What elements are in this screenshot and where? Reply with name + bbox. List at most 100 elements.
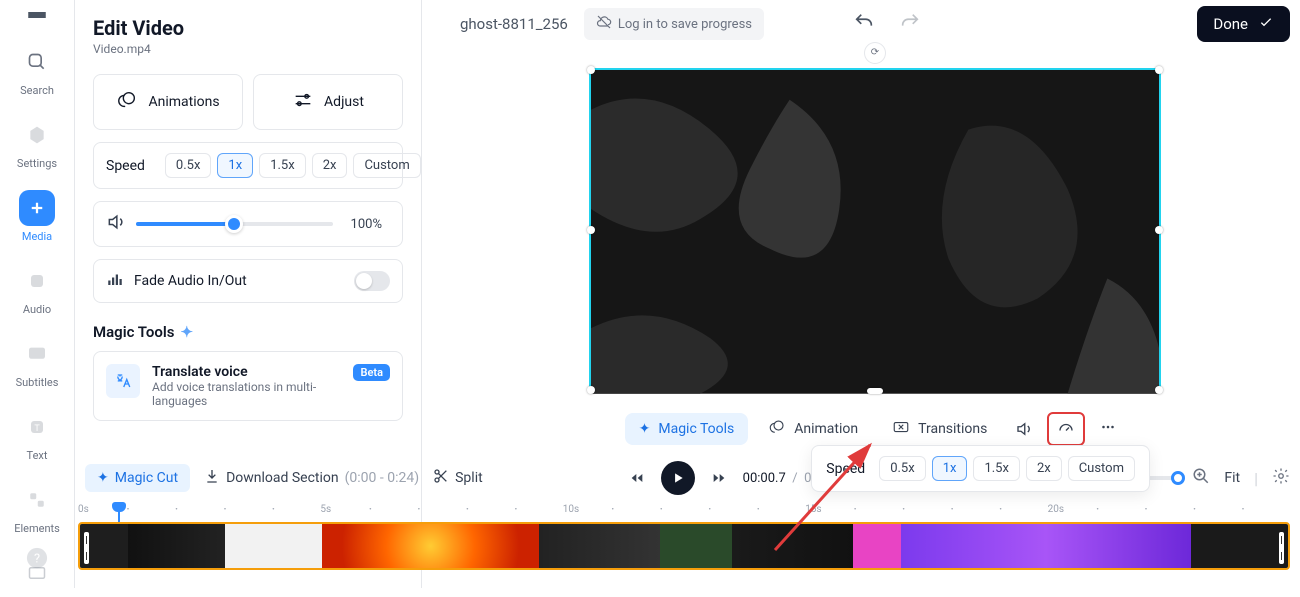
volume-icon [1015,420,1033,438]
skip-back-button[interactable] [627,468,647,488]
video-preview[interactable] [589,68,1161,392]
magic-tools-heading: Magic Tools ✦ [93,323,403,341]
panel-subtitle: Video.mp4 [93,42,403,56]
speed-button[interactable] [1047,412,1085,446]
sidebar-label: Media [22,230,52,243]
animations-label: Animations [148,94,219,110]
tick-label: 5s [320,504,331,515]
sidebar-item-search[interactable]: Search [0,38,74,103]
speed-chip[interactable]: 1x [217,153,253,178]
speedometer-icon [1057,420,1075,438]
sparkle-icon: ✦ [639,421,651,437]
timeline-ruler[interactable]: 0s 5s 10s 15s 20s [78,504,1290,522]
subtitles-icon [19,336,55,372]
translate-desc: Add voice translations in multi-language… [152,380,322,408]
scissors-icon [433,468,449,488]
animations-icon [116,89,138,115]
annotation-arrow [755,425,895,559]
magic-tools-button[interactable]: ✦ Magic Tools [625,413,749,445]
search-icon [19,44,55,80]
text-icon: T [19,409,55,445]
sidebar-item-audio[interactable]: Audio [0,257,74,322]
video-track[interactable] [78,522,1290,570]
project-name[interactable]: ghost-8811_256 [460,15,568,33]
speed-chip[interactable]: 0.5x [165,153,212,178]
transitions-button[interactable]: Transitions [878,410,1001,448]
icon-sidebar: Search Settings Media Audio Subtitles T … [0,0,75,588]
volume-slider[interactable] [136,222,333,226]
speed-chip[interactable]: 2x [312,153,348,178]
sparkle-icon: ✦ [180,323,193,341]
clip-left-handle[interactable] [84,532,89,564]
settings-icon[interactable] [1272,467,1290,489]
redo-button[interactable] [895,7,925,41]
login-button[interactable]: Log in to save progress [584,8,764,40]
speed-chip[interactable]: 1x [932,456,968,481]
more-button[interactable] [1091,410,1125,448]
sync-icon[interactable]: ⟳ [864,42,886,64]
sparkle-icon: ✦ [97,470,109,486]
fade-card: Fade Audio In/Out [93,259,403,303]
adjust-label: Adjust [324,94,364,110]
clip-right-handle[interactable] [1279,532,1284,564]
dots-icon [1099,418,1117,436]
skip-forward-button[interactable] [709,468,729,488]
download-section-button[interactable]: Download Section (0:00 - 0:24) [204,468,419,488]
animations-button[interactable]: Animations [93,74,243,130]
help-icon: ? [19,540,55,576]
fit-button[interactable]: Fit [1224,470,1240,486]
menu-icon[interactable] [28,12,46,18]
volume-icon[interactable] [106,212,126,236]
cloud-off-icon [596,14,612,34]
sidebar-label: Audio [23,303,51,316]
fade-toggle[interactable] [354,271,390,291]
edit-panel: Edit Video Video.mp4 Animations Adjust S… [75,0,422,588]
play-button[interactable] [661,461,695,495]
volume-card: 100% [93,201,403,247]
sidebar-item-elements[interactable]: Elements [0,476,74,541]
panel-title: Edit Video [93,16,403,40]
magic-cut-button[interactable]: ✦ Magic Cut [85,464,190,492]
volume-percent: 100% [343,213,390,236]
sidebar-item-subtitles[interactable]: Subtitles [0,330,74,395]
svg-text:?: ? [34,552,40,567]
elements-icon [19,482,55,518]
sidebar-item-media[interactable]: Media [0,184,74,249]
speed-chip[interactable]: 1.5x [973,456,1020,481]
sidebar-item-text[interactable]: T Text [0,403,74,468]
sidebar-item-help[interactable]: ? [0,534,74,582]
svg-text:T: T [34,424,40,434]
speed-chip[interactable]: Custom [353,153,420,178]
sidebar-label: Search [20,84,54,97]
speed-label: Speed [106,158,145,174]
done-button[interactable]: Done [1197,6,1290,42]
adjust-button[interactable]: Adjust [253,74,403,130]
sidebar-label: Text [27,449,48,462]
translate-card[interactable]: Translate voice Add voice translations i… [93,351,403,421]
topbar: ghost-8811_256 Log in to save progress D… [450,0,1300,48]
fade-label: Fade Audio In/Out [134,273,247,289]
adjust-icon [292,89,314,115]
tick-label: 0s [78,504,89,515]
plus-icon [19,190,55,226]
timeline: 0s 5s 10s 15s 20s [78,504,1290,582]
zoom-in-icon[interactable] [1192,467,1210,489]
speed-chip[interactable]: Custom [1068,456,1135,481]
bars-icon [106,270,124,292]
tick-label: 10s [563,504,579,515]
hexagon-icon [19,117,55,153]
tick-label: 20s [1048,504,1064,515]
check-icon [1258,14,1274,34]
audio-button[interactable] [1007,412,1041,446]
speed-card: Speed 0.5x 1x 1.5x 2x Custom [93,142,403,189]
music-icon [19,263,55,299]
speed-chip[interactable]: 1.5x [259,153,306,178]
sidebar-label: Settings [17,157,57,170]
undo-button[interactable] [849,7,879,41]
sidebar-label: Subtitles [16,376,59,389]
sidebar-item-settings[interactable]: Settings [0,111,74,176]
split-button[interactable]: Split [433,468,483,488]
speed-chip[interactable]: 2x [1026,456,1062,481]
speed-chips: 0.5x 1x 1.5x 2x Custom [165,153,421,178]
translate-title: Translate voice [152,364,341,380]
